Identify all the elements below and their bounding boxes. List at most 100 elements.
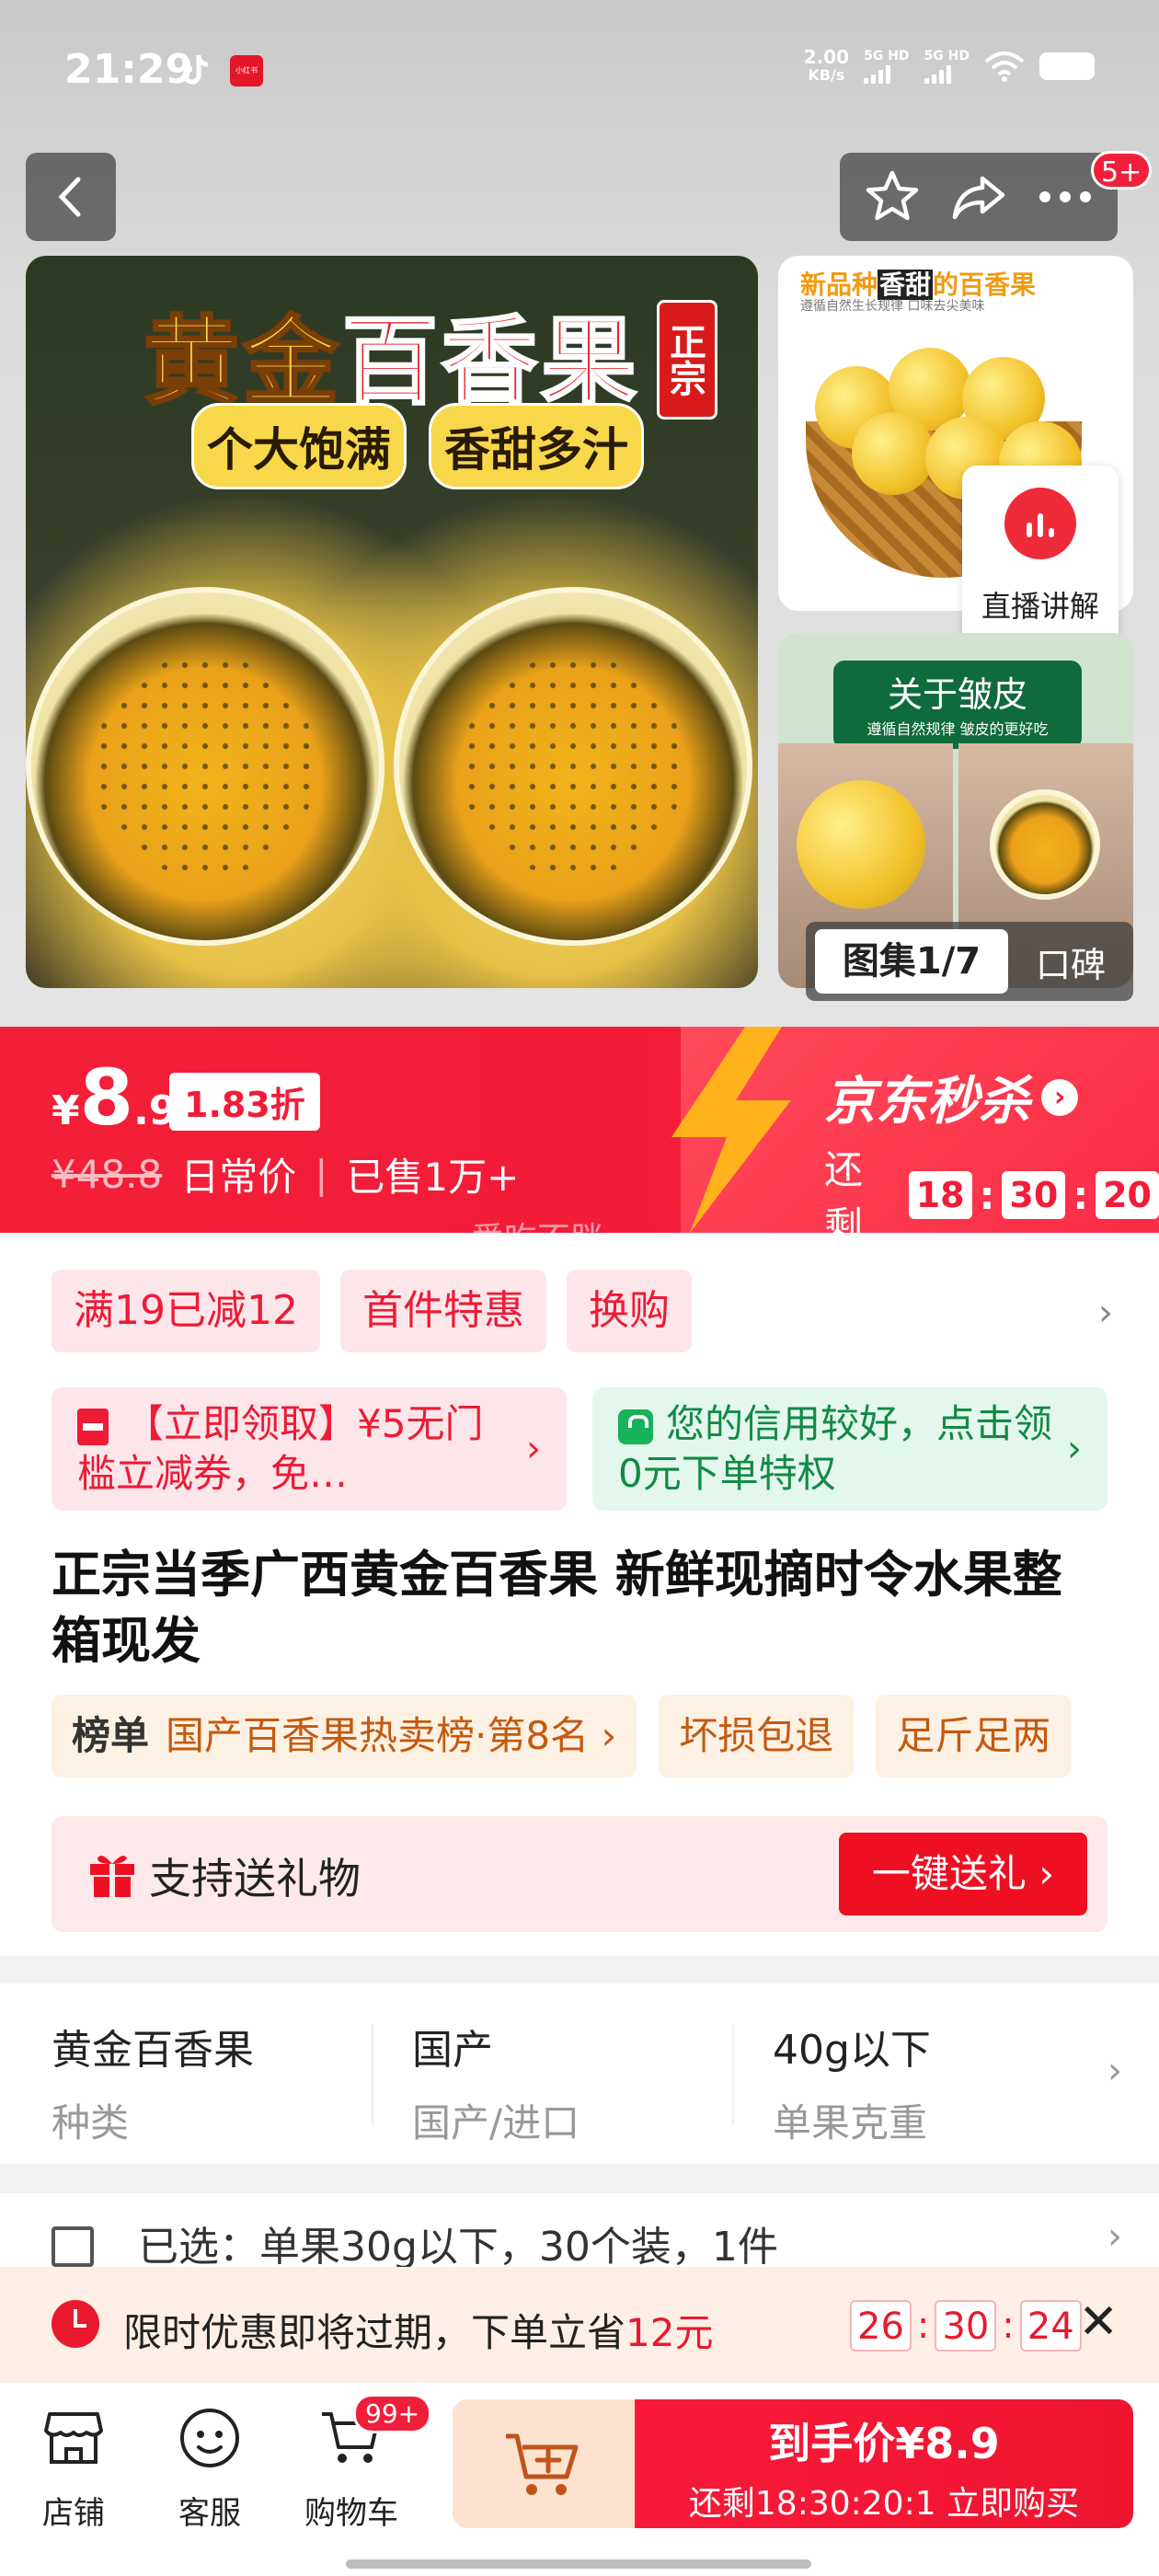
chevron-right-icon: › [1067,1428,1082,1470]
gallery-indicator[interactable]: 图集1/7 口碑 [806,922,1133,1001]
bottom-action-bar: 店铺 客服 99+ 购物车 到手价¥8.9 还剩18:30:20:1 立即购买 [0,2383,1159,2576]
customer-service-button[interactable]: 客服 [155,2405,265,2533]
product-info-section: 满19已减12 首件特惠 换购 › 【立即领取】¥5无门槛立减券，免… › 您的… [0,1233,1159,1956]
gallery-count[interactable]: 图集1/7 [815,929,1008,994]
image-subtitles: 个大饱满 香甜多汁 [191,403,644,489]
promo-chip[interactable]: 首件特惠 [339,1270,546,1352]
buy-countdown: 还剩18:30:20:1 立即购买 [688,2485,1080,2523]
offer-countdown-hours: 26 [850,2300,912,2352]
promo-chip[interactable]: 满19已减12 [52,1270,320,1352]
seckill-countdown: 还剩 18 : 30 : 20 [824,1139,1159,1233]
add-to-cart-button[interactable] [453,2399,635,2528]
send-gift-button[interactable]: 一键送礼 › [839,1833,1087,1915]
live-explain-button[interactable]: 直播讲解 [962,466,1119,650]
seckill-link[interactable]: 京东秒杀 › [824,1060,1078,1134]
sim2-label: 5G HD [924,49,970,63]
service-tag[interactable]: 足斤足两 [876,1695,1072,1777]
gift-icon [90,1856,134,1897]
divider: | [315,1152,328,1197]
reviews-tab[interactable]: 口碑 [1008,937,1133,987]
ranking-text: 国产百香果热卖榜·第8名 › [166,1713,617,1758]
image-subtitle-2: 香甜多汁 [429,403,644,489]
coupon-card[interactable]: 【立即领取】¥5无门槛立减券，免… › [52,1387,567,1511]
sim1-label: 5G HD [864,49,910,63]
thumb2-title: 关于皱皮 [887,674,1027,715]
thumb2-title-box: 关于皱皮 遵循自然规律 皱皮的更好吃 [833,661,1082,749]
original-price-line: ¥48.8 日常价 | 已售1万+ [52,1146,519,1202]
spec-value: 国产 [412,2027,493,2074]
spec-item: 40g以下 单果克重 [773,2017,931,2148]
divider [372,2024,373,2125]
promo-chip[interactable]: 换购 [566,1270,692,1352]
specs-row[interactable]: 黄金百香果 种类 国产 国产/进口 40g以下 单果克重 › [0,1984,1159,2164]
countdown-minutes: 30 [1002,1171,1066,1219]
back-button[interactable] [26,153,116,241]
fruit-half-left [26,587,384,946]
chevron-right-icon: › [1041,1078,1078,1116]
shopping-bag-icon [618,1409,653,1444]
countdown-label: 还剩 [824,1147,864,1233]
product-title: 正宗当季广西黄金百香果 新鲜现摘时令水果整箱现发 [52,1546,1062,1670]
service-tag[interactable]: 坏损包退 [659,1695,855,1777]
image-headline-gold: 黄金 [142,304,342,420]
battery-icon [1039,52,1095,80]
spec-value: 黄金百香果 [52,2027,254,2074]
net-speed-value: 2.00 [803,46,850,68]
credit-text-wrap: 您的信用较好，点击领0元下单特权 [618,1399,1058,1499]
selected-sku-row[interactable]: 已选：单果30g以下，30个装，1件 › [0,2193,1159,2267]
offer-countdown-minutes: 30 [935,2300,997,2352]
spec-value: 40g以下 [773,2027,931,2074]
net-speed-unit: KB/s [808,66,845,84]
checkbox-icon [52,2226,94,2267]
colon: : [1073,1172,1089,1218]
net-speed: 2.00 KB/s [804,48,849,85]
coupon-text: 【立即领取】¥5无门槛立减券，免… [77,1401,484,1496]
wifi-icon [984,52,1025,82]
header-actions [840,153,1118,241]
wrinkled-fruit [797,780,925,909]
promotions-chevron-icon[interactable]: › [1098,1292,1113,1334]
coupon-icon [77,1408,109,1445]
main-product-image[interactable]: 黄金百香果 正宗 个大饱满 香甜多汁 [26,256,758,988]
status-time: 21:29 [64,46,194,93]
price-banner: ¥ 8 .9 1.83折 ¥48.8 日常价 | 已售1万+ 京东秒杀 › 还剩… [0,1027,1159,1233]
chevron-right-icon: › [1107,2050,1122,2092]
share-button[interactable] [942,160,1016,234]
signal-sim2-icon: 5G HD [924,49,970,84]
countdown-seconds: 20 [1096,1171,1159,1219]
store-label: 店铺 [42,2495,105,2532]
buy-price: 到手价¥8.9 [768,2419,1000,2468]
ranking-tag[interactable]: 榜单 国产百香果热卖榜·第8名 › [52,1695,637,1777]
spec-key: 单果克重 [773,2100,928,2145]
favorite-button[interactable] [855,160,929,234]
more-badge: 5+ [1091,151,1153,190]
share-icon [952,176,1005,220]
current-price: ¥ 8 .9 [52,1052,177,1143]
cut-fruit [990,789,1100,900]
seckill-title: 京东秒杀 [824,1072,1030,1132]
buy-now-button[interactable]: 到手价¥8.9 还剩18:30:20:1 立即购买 [635,2399,1133,2528]
credit-text: 您的信用较好，点击领0元下单特权 [618,1401,1053,1496]
store-button[interactable]: 店铺 [18,2405,129,2533]
expiring-offer-amount: 12元 [625,2310,714,2355]
credit-privilege-card[interactable]: 您的信用较好，点击领0元下单特权 › [592,1387,1107,1511]
image-headline-red: 百香果 [340,304,641,420]
spec-key: 国产/进口 [412,2100,580,2145]
gift-row: 支持送礼物 一键送礼 › [52,1816,1107,1932]
expiring-offer-text: 限时优惠即将过期，下单立省12元 [123,2302,713,2358]
cart-button[interactable]: 99+ 购物车 [296,2394,432,2533]
home-indicator[interactable] [346,2559,811,2569]
price-integer: 8 [79,1052,134,1143]
live-icon [1004,488,1076,559]
status-right: 2.00 KB/s 5G HD 5G HD [804,48,1095,85]
colon: : [979,1172,995,1218]
clock-icon [52,2300,99,2348]
ranking-label: 榜单 [72,1713,150,1758]
close-icon[interactable]: ✕ [1078,2294,1119,2350]
product-gallery: 21:29 小红书 2.00 KB/s 5G HD 5G HD 5+ 黄金百香果… [0,0,1159,1027]
chevron-left-icon [58,177,81,217]
colon: : [1002,2305,1015,2347]
expiring-offer-label: 限时优惠即将过期，下单立省 [123,2310,626,2355]
lightning-icon [671,1027,791,1233]
promotion-chips: 满19已减12 首件特惠 换购 [52,1270,692,1352]
